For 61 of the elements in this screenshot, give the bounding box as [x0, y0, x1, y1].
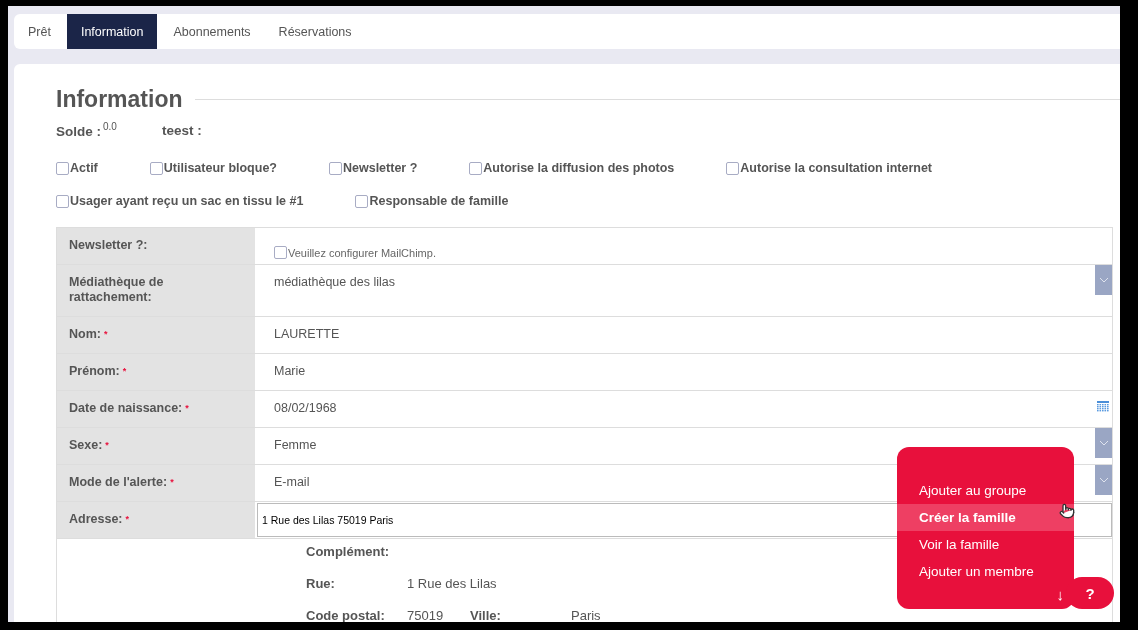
checkbox[interactable]: [274, 246, 287, 260]
field-label: Nom:: [69, 327, 101, 342]
required-mark: *: [170, 477, 174, 488]
field-value: LAURETTE: [274, 327, 340, 342]
hand-cursor-icon: [1059, 503, 1075, 519]
checkbox[interactable]: [355, 194, 369, 208]
chevron-down-icon: [1098, 440, 1109, 447]
field-label: Adresse:: [69, 512, 123, 527]
detail-value: 1 Rue des Lilas: [407, 576, 497, 592]
summary-label: teest :: [161, 123, 202, 138]
detail-value: 75019: [407, 608, 444, 622]
required-mark: *: [103, 329, 108, 340]
checkbox[interactable]: [329, 161, 342, 175]
required-mark: *: [185, 403, 189, 414]
summary-value: 0.0: [103, 121, 117, 132]
scroll-arrow[interactable]: ↓: [1056, 586, 1064, 603]
field-label: Mode de l'alerte:: [69, 475, 168, 490]
dropdown-button[interactable]: [1095, 265, 1112, 296]
checkbox[interactable]: [56, 161, 69, 175]
checkbox-label: Autorise la diffusion des photos: [483, 161, 675, 176]
tab[interactable]: Réservations: [264, 14, 366, 49]
dropdown-button[interactable]: [1095, 465, 1112, 496]
menu-item[interactable]: Créer la famille: [897, 504, 1074, 531]
tab[interactable]: Information: [66, 14, 158, 49]
checkbox[interactable]: [726, 161, 740, 175]
required-mark: *: [125, 514, 129, 525]
detail-label: Ville:: [470, 608, 501, 622]
field-label: Sexe:: [69, 438, 103, 453]
checkbox-label: Utilisateur bloque?: [163, 161, 277, 176]
select-value: médiathèque des lilas: [274, 275, 395, 290]
select-value: Femme: [274, 438, 317, 453]
checkbox-label: Newsletter ?: [343, 161, 418, 176]
detail-label: Complément:: [306, 544, 390, 560]
chevron-down-icon: [1098, 277, 1109, 284]
field-label: Prénom:: [69, 364, 120, 379]
checkbox-label: Actif: [70, 161, 98, 176]
field-value: Marie: [274, 364, 306, 379]
hint-text: Veuillez configurer MailChimp.: [288, 246, 436, 259]
detail-value: Paris: [571, 608, 601, 622]
summary-label: Solde :: [56, 124, 101, 140]
detail-label: Rue:: [306, 576, 335, 592]
checkbox[interactable]: [56, 194, 69, 208]
tab[interactable]: Abonnements: [159, 14, 265, 49]
field-label: Newsletter ?:: [69, 238, 148, 253]
field-label: Médiathèque de rattachement:: [69, 275, 164, 305]
dropdown-button[interactable]: [1095, 428, 1112, 459]
checkbox-label: Autorise la consultation internet: [740, 161, 932, 176]
checkbox-label: Responsable de famille: [369, 194, 509, 209]
select-value: E-mail: [274, 475, 310, 490]
section-title: Information: [56, 86, 183, 113]
chevron-down-icon: [1098, 477, 1109, 484]
checkbox[interactable]: [469, 161, 483, 175]
checkbox-label: Usager ayant reçu un sac en tissu le #1: [70, 194, 304, 209]
menu-item[interactable]: Ajouter au groupe: [897, 477, 1074, 504]
required-mark: *: [105, 440, 109, 451]
required-mark: *: [122, 366, 127, 377]
field-value: 08/02/1968: [274, 401, 337, 416]
checkbox[interactable]: [149, 161, 163, 175]
tab[interactable]: Prêt: [14, 14, 65, 49]
field-label: Date de naissance:: [69, 401, 183, 416]
calendar-icon[interactable]: [1097, 401, 1109, 413]
